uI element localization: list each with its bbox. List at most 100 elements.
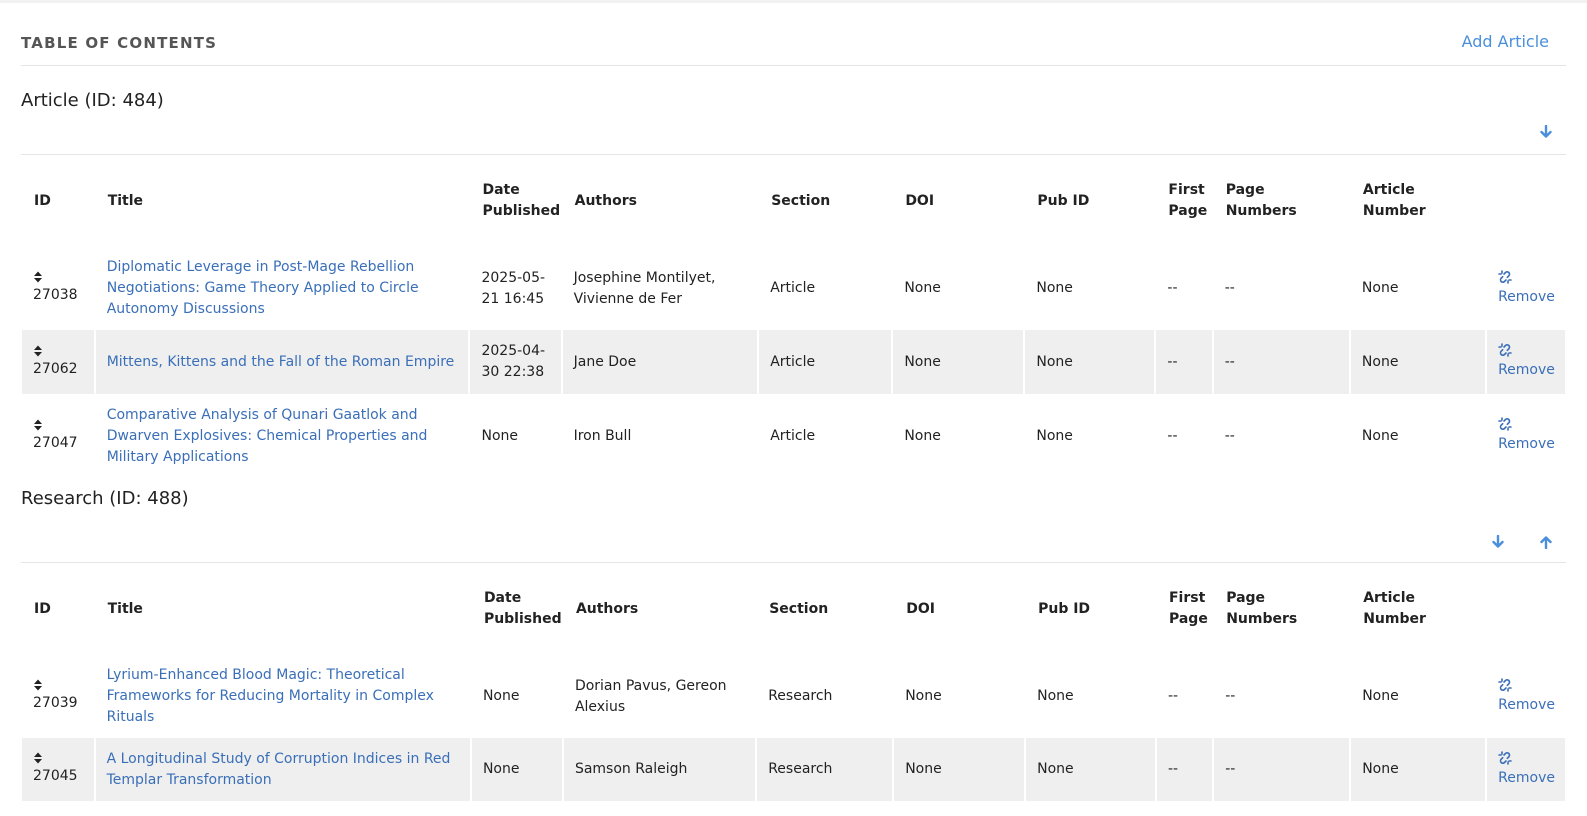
- col-title: Title: [107, 600, 143, 617]
- cell-actions: Remove: [1487, 738, 1565, 801]
- cell-title: Diplomatic Leverage in Post-Mage Rebelli…: [96, 247, 469, 330]
- col-actions: [1487, 155, 1565, 247]
- unlink-icon: [1498, 750, 1512, 765]
- cell-date: 2025-04-30 22:38: [470, 330, 561, 394]
- cell-pubid: None: [1026, 738, 1155, 801]
- remove-label: Remove: [1498, 769, 1555, 786]
- sort-icon[interactable]: [33, 345, 43, 357]
- cell-page-numbers: --: [1225, 688, 1236, 704]
- col-id: ID: [34, 600, 51, 617]
- article-title-link[interactable]: Lyrium-Enhanced Blood Magic: Theoretical…: [107, 667, 434, 725]
- cell-doi: None: [904, 280, 941, 296]
- cell-id: 27039: [22, 655, 94, 738]
- col-authors: Authors: [574, 192, 637, 209]
- cell-article-number: None: [1362, 688, 1399, 704]
- table-row: 27047 Comparative Analysis of Qunari Gaa…: [22, 394, 1565, 478]
- col-pubid: Pub ID: [1038, 600, 1091, 617]
- cell-actions: Remove: [1487, 655, 1565, 738]
- cell-page-numbers: --: [1224, 280, 1235, 296]
- col-section: Section: [771, 192, 831, 209]
- remove-button[interactable]: Remove: [1498, 417, 1555, 455]
- cell-section: Research: [768, 688, 833, 704]
- cell-authors: Dorian Pavus, Gereon Alexius: [574, 677, 727, 715]
- cell-date: None: [471, 738, 562, 801]
- cell-date: None: [481, 427, 519, 444]
- cell-article-number: None: [1361, 280, 1399, 296]
- cell-doi: None: [905, 688, 942, 704]
- section-header: Research (ID: 488): [21, 478, 1566, 563]
- cell-first-page: --: [1167, 427, 1178, 444]
- cell-doi: None: [893, 330, 1024, 394]
- arrow-down-icon[interactable]: [1536, 122, 1556, 142]
- cell-title: Comparative Analysis of Qunari Gaatlok a…: [96, 394, 469, 478]
- col-actions: [1487, 563, 1565, 655]
- cell-pubid: None: [1036, 427, 1073, 444]
- cell-pubid: None: [1037, 688, 1074, 704]
- cell-authors: Jane Doe: [562, 330, 758, 394]
- cell-authors: Samson Raleigh: [563, 738, 756, 801]
- cell-id: 27047: [22, 394, 94, 478]
- cell-title: Lyrium-Enhanced Blood Magic: Theoretical…: [96, 655, 470, 738]
- research-table: ID Title Date Published Authors Section …: [20, 563, 1567, 801]
- cell-section: Article: [770, 280, 816, 296]
- unlink-icon: [1498, 343, 1512, 357]
- col-doi: DOI: [906, 600, 935, 617]
- section-title: Research (ID: 488): [21, 488, 189, 509]
- cell-date: 2025-05-21 16:45: [481, 269, 546, 307]
- col-first-page: First Page: [1168, 590, 1208, 627]
- cell-doi: None: [904, 427, 941, 444]
- cell-article-number: None: [1361, 427, 1399, 444]
- cell-first-page: --: [1156, 330, 1212, 394]
- cell-page-numbers: --: [1224, 427, 1235, 444]
- section-title: Article (ID: 484): [21, 90, 164, 111]
- cell-id: 27038: [22, 247, 94, 330]
- articles-table: ID Title Date Published Authors Section …: [20, 155, 1567, 478]
- toc-title: TABLE OF CONTENTS: [21, 34, 218, 52]
- remove-button[interactable]: Remove: [1498, 343, 1555, 381]
- cell-doi: None: [894, 738, 1025, 801]
- table-row: 27039 Lyrium-Enhanced Blood Magic: Theor…: [22, 655, 1565, 738]
- cell-pubid: None: [1025, 330, 1155, 394]
- col-pubid: Pub ID: [1037, 192, 1090, 209]
- table-row: 27062 Mittens, Kittens and the Fall of t…: [22, 330, 1565, 394]
- article-title-link[interactable]: Comparative Analysis of Qunari Gaatlok a…: [107, 407, 428, 465]
- cell-actions: Remove: [1487, 330, 1565, 394]
- arrow-up-icon[interactable]: [1536, 532, 1556, 552]
- cell-section: Research: [757, 738, 893, 801]
- col-first-page: First Page: [1168, 182, 1208, 219]
- arrow-down-icon[interactable]: [1488, 532, 1508, 552]
- article-title-link[interactable]: A Longitudinal Study of Corruption Indic…: [107, 751, 451, 788]
- article-id: 27045: [33, 768, 78, 784]
- article-title-link[interactable]: Diplomatic Leverage in Post-Mage Rebelli…: [107, 259, 419, 317]
- col-date: Date Published: [482, 182, 561, 219]
- sort-icon[interactable]: [33, 271, 43, 283]
- table-header-row: ID Title Date Published Authors Section …: [22, 155, 1565, 247]
- table-row: 27038 Diplomatic Leverage in Post-Mage R…: [22, 247, 1565, 330]
- cell-actions: Remove: [1487, 394, 1565, 478]
- cell-date: None: [482, 688, 520, 704]
- add-article-button[interactable]: Add Article: [1462, 32, 1549, 51]
- cell-first-page: --: [1167, 280, 1178, 296]
- remove-button[interactable]: Remove: [1498, 750, 1555, 789]
- section-header: Article (ID: 484): [21, 66, 1566, 155]
- unlink-icon: [1498, 677, 1512, 692]
- remove-label: Remove: [1498, 288, 1555, 305]
- remove-button[interactable]: Remove: [1498, 269, 1555, 308]
- sort-icon[interactable]: [33, 752, 43, 764]
- sort-icon[interactable]: [33, 679, 43, 691]
- remove-label: Remove: [1498, 696, 1555, 713]
- cell-first-page: --: [1156, 738, 1213, 801]
- cell-article-number: None: [1351, 738, 1486, 801]
- section-move-controls: [1536, 122, 1556, 142]
- sort-icon[interactable]: [33, 419, 43, 431]
- article-title-link[interactable]: Mittens, Kittens and the Fall of the Rom…: [107, 354, 455, 370]
- col-id: ID: [34, 192, 51, 209]
- cell-id: 27062: [22, 330, 94, 394]
- article-id: 27047: [33, 434, 78, 451]
- col-title: Title: [107, 192, 144, 209]
- remove-button[interactable]: Remove: [1498, 677, 1555, 716]
- cell-first-page: --: [1167, 688, 1179, 704]
- cell-section: Article: [759, 330, 892, 394]
- unlink-icon: [1498, 417, 1512, 431]
- table-row: 27045 A Longitudinal Study of Corruption…: [22, 738, 1565, 801]
